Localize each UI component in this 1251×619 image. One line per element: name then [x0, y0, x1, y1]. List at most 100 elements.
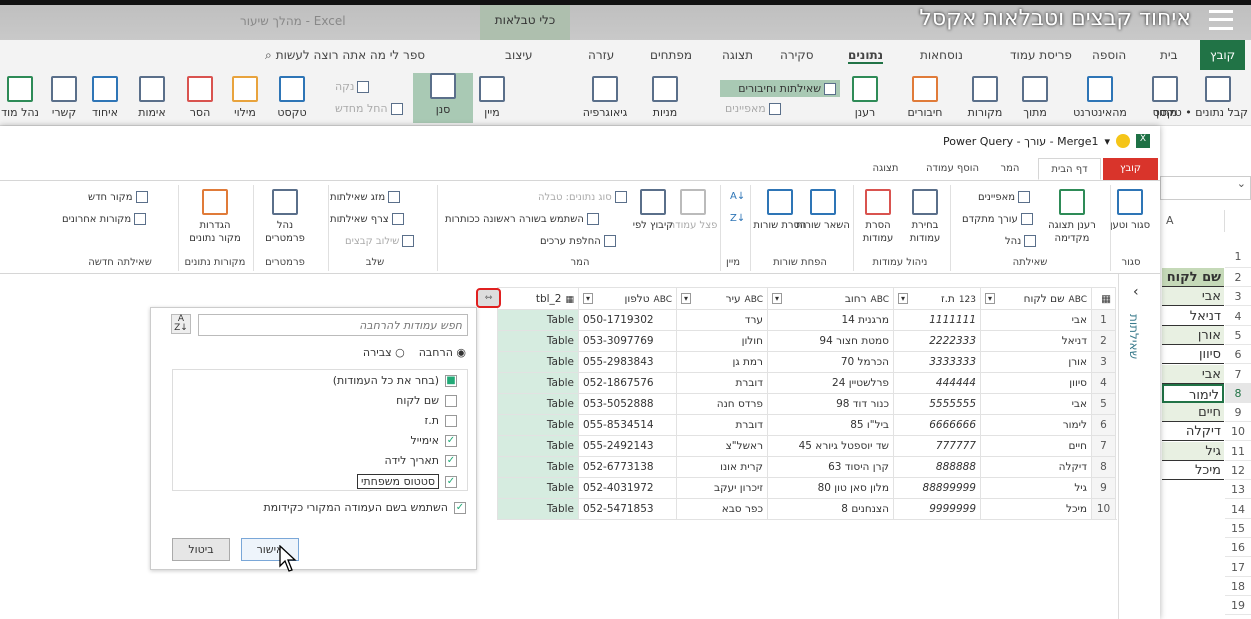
pq-ribbon-small-button[interactable]: מקור חדש	[88, 191, 148, 203]
table-cell[interactable]: דוברת	[676, 414, 768, 436]
table-cell[interactable]: Table	[497, 498, 579, 520]
column-header[interactable]: ▦tbl_2	[497, 287, 579, 310]
pq-ribbon-small-button[interactable]: השתמש בשורה ראשונה ככותרות	[445, 213, 599, 225]
table-cell[interactable]: פרדס חנה	[676, 393, 768, 415]
sort-descending-icon[interactable]: Z↓	[730, 213, 745, 224]
excel-tab[interactable]: עזרה	[588, 48, 614, 62]
column-header[interactable]: ABC עיר ▾	[676, 287, 768, 310]
pq-ribbon-small-button[interactable]: עורך מתקדם	[962, 213, 1033, 225]
row-header[interactable]: 2	[1225, 268, 1251, 287]
pq-ribbon-button[interactable]: הגדרות מקור נתונים	[187, 189, 243, 245]
column-header[interactable]: 123 ת.ז ▾	[893, 287, 981, 310]
excel-tab[interactable]: הוספה	[1092, 48, 1126, 62]
filter-dropdown-icon[interactable]: ▾	[985, 292, 996, 304]
column-option[interactable]: ת.ז	[424, 414, 457, 427]
column-option[interactable]: שם לקוח	[396, 394, 457, 407]
table-cell[interactable]: גיל	[980, 477, 1092, 499]
table-cell[interactable]: Table	[497, 372, 579, 394]
sheet-cell[interactable]: שם לקוח	[1162, 268, 1224, 287]
queries-pane-collapsed[interactable]: ‹ שאילתות	[1118, 274, 1160, 619]
sheet-cell[interactable]: דיקלה	[1162, 422, 1224, 442]
excel-ribbon-button[interactable]: מניות	[635, 76, 695, 119]
table-cell[interactable]: מרגנית 14	[767, 309, 894, 331]
checkbox-partial-icon[interactable]: ■	[445, 374, 457, 387]
table-cell[interactable]: סמטת חצור 94	[767, 330, 894, 352]
table-cell[interactable]: Table	[497, 351, 579, 373]
column-option[interactable]: ✓ אימייל	[411, 434, 457, 447]
number-type-icon[interactable]: 123	[959, 295, 976, 305]
table-cell[interactable]: 053-3097769	[578, 330, 677, 352]
table-cell[interactable]: דוברת	[676, 372, 768, 394]
row-header[interactable]: 3	[1225, 287, 1251, 307]
row-header[interactable]: 10	[1225, 422, 1251, 442]
pq-ribbon-button[interactable]: הסרת שורות	[752, 189, 808, 232]
qat-dropdown-icon[interactable]: ▾	[1104, 135, 1110, 148]
table-cell[interactable]: מלון סאן טון 80	[767, 477, 894, 499]
column-header[interactable]: ABC שם לקוח ▾	[980, 287, 1092, 310]
table-cell[interactable]: כפר סבא	[676, 498, 768, 520]
excel-ribbon-button[interactable]: מתוך	[1135, 76, 1195, 119]
table-cell[interactable]: 88899999	[893, 477, 981, 499]
pq-ribbon-small-button[interactable]: מאפיינים	[978, 191, 1031, 203]
menu-icon[interactable]	[1209, 10, 1233, 30]
pq-ribbon-small-button[interactable]: מזג שאילתות	[330, 191, 401, 203]
table-cell[interactable]: ביל"ו 85	[767, 414, 894, 436]
table-cell[interactable]: זיכרון יעקב	[676, 477, 768, 499]
text-type-icon[interactable]: ABC	[654, 295, 672, 305]
sheet-cell[interactable]: אבי	[1162, 364, 1224, 384]
chevron-left-icon[interactable]: ‹	[1133, 284, 1139, 300]
excel-ribbon-small-button[interactable]: שאילתות וחיבורים	[720, 80, 840, 97]
sheet-cell[interactable]: גיל	[1162, 441, 1224, 461]
excel-tab[interactable]: סקירה	[780, 48, 814, 62]
pq-tab[interactable]: קובץ	[1103, 158, 1158, 180]
excel-ribbon-button[interactable]: חיבורים	[895, 76, 955, 119]
filter-dropdown-icon[interactable]: ▾	[772, 292, 783, 304]
table-cell[interactable]: קרן היסוד 63	[767, 456, 894, 478]
pq-ribbon-button[interactable]: נהל פרמטרים	[257, 189, 313, 245]
pq-ribbon-button[interactable]: קיבוץ לפי	[625, 189, 681, 232]
excel-tab[interactable]: נוסחאות	[920, 48, 963, 62]
row-header[interactable]: 11	[1225, 442, 1251, 461]
checkbox-checked-icon[interactable]: ✓	[445, 475, 457, 488]
row-header[interactable]: 16	[1225, 538, 1251, 558]
row-header[interactable]: 17	[1225, 558, 1251, 577]
sheet-cell[interactable]: חיים	[1162, 403, 1224, 423]
row-header[interactable]: 13	[1225, 480, 1251, 500]
table-cell[interactable]: כנור דוד 98	[767, 393, 894, 415]
pq-tab[interactable]: הוסף עמודה	[920, 158, 985, 180]
table-cell[interactable]: לימור	[980, 414, 1092, 436]
checkbox-empty-icon[interactable]	[445, 414, 457, 427]
table-cell[interactable]: שד יוספטל גיורא 45	[767, 435, 894, 457]
excel-ribbon-small-button[interactable]: החל מחדש	[335, 102, 403, 115]
row-header[interactable]: 18	[1225, 577, 1251, 596]
row-header[interactable]: 12	[1225, 461, 1251, 480]
column-header[interactable]: ABC טלפון ▾	[578, 287, 677, 310]
table-cell[interactable]: ראשל"צ	[676, 435, 768, 457]
excel-ribbon-button[interactable]: סנן	[413, 73, 473, 123]
excel-ribbon-button[interactable]: מהאינטרנט	[1070, 76, 1130, 119]
text-type-icon[interactable]: ABC	[871, 295, 889, 305]
checkbox-checked-icon[interactable]: ✓	[445, 454, 457, 467]
table-cell[interactable]: רמת גן	[676, 351, 768, 373]
sort-ascending-icon[interactable]: A↓	[730, 191, 745, 202]
excel-ribbon-small-button[interactable]: נקה	[335, 80, 370, 93]
sheet-cell[interactable]: אבי	[1162, 287, 1224, 307]
sheet-cell[interactable]: לימור	[1162, 383, 1224, 403]
table-cell[interactable]: הכרמל 70	[767, 351, 894, 373]
row-header[interactable]: 15	[1225, 519, 1251, 538]
table-cell[interactable]: Table	[497, 393, 579, 415]
row-header[interactable]: 9	[1225, 403, 1251, 423]
expand-column-button[interactable]: ⇿	[476, 288, 501, 308]
table-cell[interactable]: Table	[497, 477, 579, 499]
pq-tab[interactable]: תצוגה	[858, 158, 913, 180]
table-cell[interactable]: 777777	[893, 435, 981, 457]
pq-ribbon-button[interactable]: הסרת עמודות	[850, 189, 906, 245]
cancel-button[interactable]: ביטול	[172, 538, 230, 561]
pq-ribbon-small-button[interactable]: החלפת ערכים	[540, 235, 616, 247]
table-cell[interactable]: ערד	[676, 309, 768, 331]
column-header-a[interactable]: A	[1160, 210, 1225, 232]
table-cell[interactable]: 2222333	[893, 330, 981, 352]
filter-dropdown-icon[interactable]: ▾	[681, 292, 692, 304]
table-cell[interactable]: 3333333	[893, 351, 981, 373]
sheet-cell[interactable]: סיוון	[1162, 345, 1224, 365]
